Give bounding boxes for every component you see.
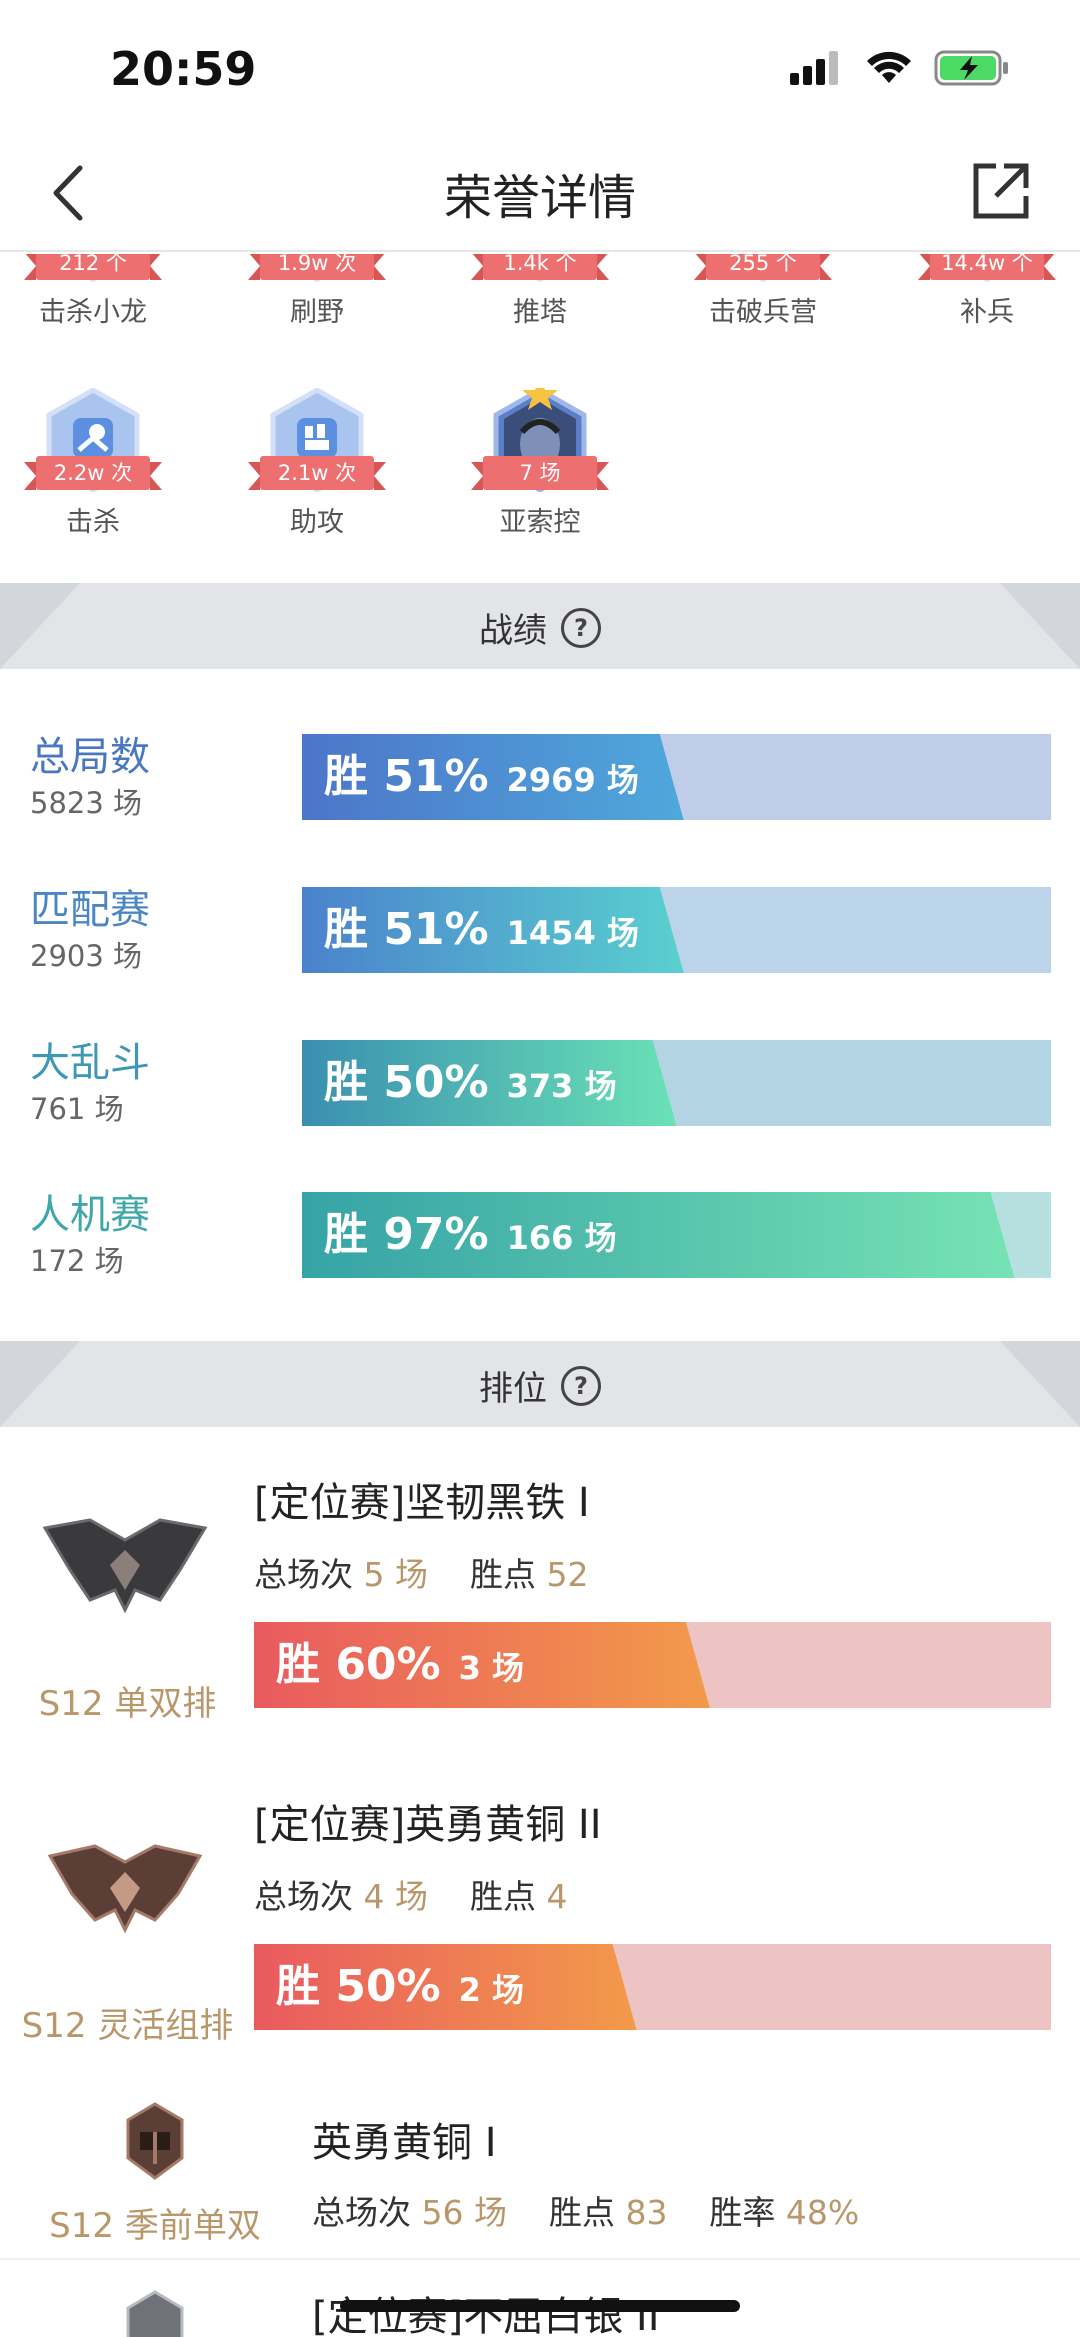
record-row[interactable]: 总局数 5823 场 胜 51% 2969 场 <box>0 724 1080 854</box>
bronze-helmet-emblem-icon <box>126 2102 184 2180</box>
record-row[interactable]: 大乱斗 761 场 胜 50% 373 场 <box>0 1030 1080 1160</box>
record-total: 5823 场 <box>30 786 143 820</box>
record-win-bar: 胜 51% 2969 场 <box>302 734 1051 820</box>
rank-title: [定位赛]英勇黄铜 II <box>254 1802 602 1848</box>
battery-charging-icon <box>934 50 1008 86</box>
rank-item[interactable]: S12 灵活组排 [定位赛]英勇黄铜 II 总场次 4 场 胜点 4 胜 50%… <box>0 1752 1080 2052</box>
rank-title: 英勇黄铜 I <box>312 2120 497 2166</box>
rank-item[interactable]: S12 季前单双 英勇黄铜 I 总场次 56 场 胜点 83 胜率 48% <box>0 2090 1080 2250</box>
record-total: 761 场 <box>30 1092 124 1126</box>
record-win-bar: 胜 51% 1454 场 <box>302 887 1051 973</box>
honor-badge-cs[interactable]: 14.4w 个 补兵 <box>902 254 1072 329</box>
record-row[interactable]: 人机赛 172 场 胜 97% 166 场 <box>0 1182 1080 1312</box>
record-name: 大乱斗 <box>30 1040 150 1086</box>
honor-badge-kills[interactable]: 2.2w 次 击杀 <box>8 387 178 539</box>
record-total: 2903 场 <box>30 939 143 973</box>
page-title: 荣誉详情 <box>443 170 636 226</box>
honor-badge-inhibitor[interactable]: 255 个 击破兵营 <box>678 254 848 329</box>
record-section-header: 战绩 ? <box>0 583 1080 669</box>
rank-title: [定位赛]坚韧黑铁 I <box>254 1480 590 1526</box>
status-time: 20:59 <box>110 42 257 96</box>
honor-badge-tower[interactable]: 1.4k 个 推塔 <box>455 254 625 329</box>
record-name: 总局数 <box>30 734 150 780</box>
rank-meta: 总场次 5 场 胜点 52 <box>254 1555 589 1594</box>
honor-badge-dragon[interactable]: 212 个 击杀小龙 <box>8 254 178 329</box>
status-bar: 20:59 <box>0 0 1080 130</box>
honor-badge-jungle[interactable]: 1.9w 次 刷野 <box>232 254 402 329</box>
bronze-rank-emblem-icon <box>47 1844 203 1934</box>
honor-badge-assists[interactable]: 2.1w 次 助攻 <box>232 387 402 539</box>
divider <box>0 2258 1080 2260</box>
record-row[interactable]: 匹配赛 2903 场 胜 51% 1454 场 <box>0 877 1080 1007</box>
rank-season: S12 灵活组排 <box>21 2006 234 2046</box>
home-indicator[interactable] <box>340 2300 740 2312</box>
record-total: 172 场 <box>30 1244 124 1278</box>
record-section-title: 战绩 <box>479 611 547 651</box>
rank-meta: 总场次 4 场 胜点 4 <box>254 1877 568 1916</box>
iron-rank-emblem-icon <box>42 1518 208 1614</box>
record-name: 人机赛 <box>30 1192 150 1238</box>
record-win-bar: 胜 50% 373 场 <box>302 1040 1051 1126</box>
nav-bar: 荣誉详情 <box>0 130 1080 252</box>
record-name: 匹配赛 <box>30 887 150 933</box>
rank-section-header: 排位 ? <box>0 1341 1080 1427</box>
record-win-bar: 胜 97% 166 场 <box>302 1192 1051 1278</box>
help-icon[interactable]: ? <box>561 607 601 648</box>
honor-detail-page: 20:59 荣誉详情 212 个 击杀小龙 1.9w 次 刷野 1.4k 个 推… <box>0 0 1080 2337</box>
signal-icon <box>790 51 838 85</box>
status-icons <box>790 50 1010 86</box>
silver-rank-emblem-icon <box>126 2290 184 2337</box>
rank-section-title: 排位 <box>479 1369 547 1409</box>
rank-win-bar: 胜 60% 3 场 <box>254 1622 1051 1708</box>
rank-win-bar: 胜 50% 2 场 <box>254 1944 1051 2030</box>
rank-season: S12 单双排 <box>38 1684 217 1724</box>
share-icon[interactable] <box>970 160 1032 222</box>
rank-meta: 总场次 56 场 胜点 83 胜率 48% <box>312 2193 860 2232</box>
wifi-icon <box>867 51 911 83</box>
rank-season: S12 季前单双 <box>49 2206 261 2246</box>
rank-item[interactable]: S12 单双排 [定位赛]坚韧黑铁 I 总场次 5 场 胜点 52 胜 60% 3… <box>0 1430 1080 1730</box>
help-icon[interactable]: ? <box>561 1365 601 1406</box>
honor-badges: 212 个 击杀小龙 1.9w 次 刷野 1.4k 个 推塔 255 个 击破兵… <box>0 254 1080 582</box>
honor-badge-yasuo[interactable]: 7 场 亚索控 <box>455 378 625 539</box>
